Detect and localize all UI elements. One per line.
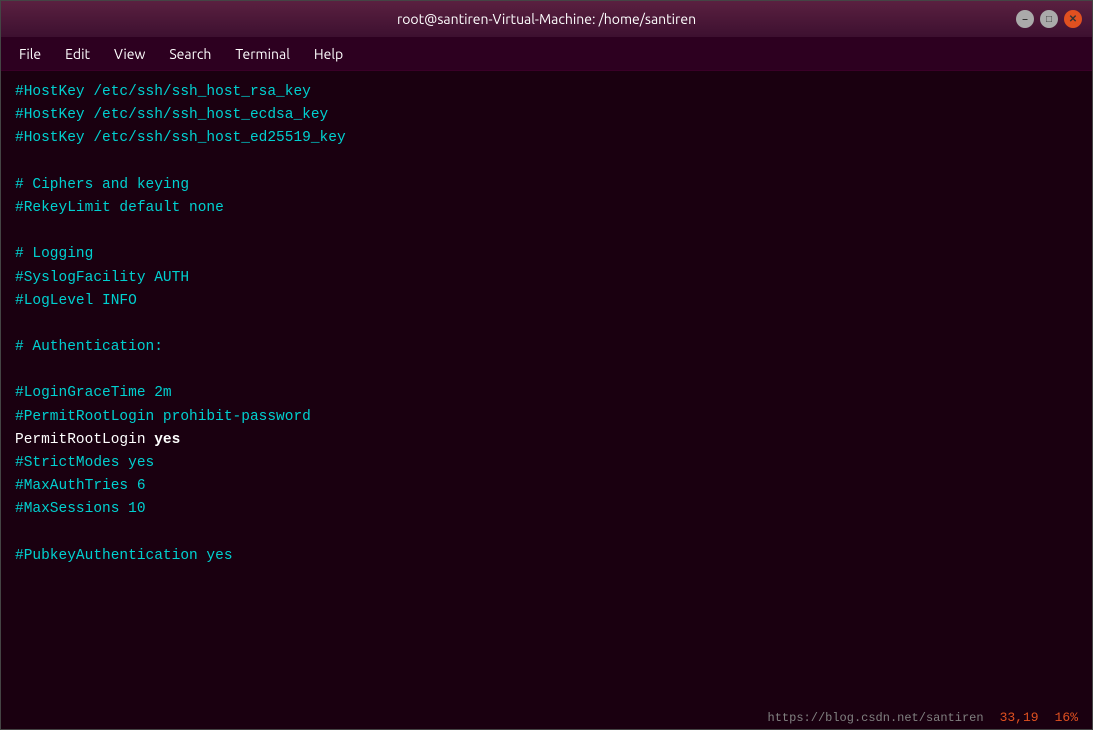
menu-terminal[interactable]: Terminal: [225, 42, 300, 66]
menu-bar: File Edit View Search Terminal Help: [1, 37, 1092, 71]
terminal-line: #LogLevel INFO: [15, 290, 1078, 313]
menu-help[interactable]: Help: [304, 42, 353, 66]
terminal-line: # Authentication:: [15, 336, 1078, 359]
terminal-line: #HostKey /etc/ssh/ssh_host_rsa_key: [15, 81, 1078, 104]
terminal-line: #HostKey /etc/ssh/ssh_host_ed25519_key: [15, 127, 1078, 150]
menu-edit[interactable]: Edit: [55, 42, 100, 66]
title-bar: root@santiren-Virtual-Machine: /home/san…: [1, 1, 1092, 37]
close-button[interactable]: ✕: [1064, 10, 1082, 28]
status-position: 33,19: [1000, 710, 1039, 725]
terminal-line-highlight: PermitRootLogin yes: [15, 429, 1078, 452]
window-controls: – □ ✕: [1016, 10, 1082, 28]
terminal-line: #SyslogFacility AUTH: [15, 267, 1078, 290]
terminal-line: #MaxSessions 10: [15, 498, 1078, 521]
terminal-line: #LoginGraceTime 2m: [15, 382, 1078, 405]
terminal-line: [15, 220, 1078, 243]
maximize-button[interactable]: □: [1040, 10, 1058, 28]
menu-search[interactable]: Search: [159, 42, 221, 66]
terminal-window: root@santiren-Virtual-Machine: /home/san…: [0, 0, 1093, 730]
terminal-line: # Logging: [15, 243, 1078, 266]
terminal-line: [15, 522, 1078, 545]
terminal-line: #PermitRootLogin prohibit-password: [15, 406, 1078, 429]
status-url: https://blog.csdn.net/santiren: [768, 711, 984, 725]
menu-file[interactable]: File: [9, 42, 51, 66]
status-bar: https://blog.csdn.net/santiren 33,19 16%: [768, 710, 1078, 725]
permit-root-login-value: yes: [154, 432, 180, 448]
terminal-line: [15, 151, 1078, 174]
permit-root-login-label: PermitRootLogin: [15, 432, 154, 448]
terminal-line: #MaxAuthTries 6: [15, 475, 1078, 498]
terminal-line: #HostKey /etc/ssh/ssh_host_ecdsa_key: [15, 104, 1078, 127]
terminal-line: #RekeyLimit default none: [15, 197, 1078, 220]
terminal-line: #PubkeyAuthentication yes: [15, 545, 1078, 568]
terminal-line: [15, 359, 1078, 382]
terminal-line: [15, 313, 1078, 336]
status-percent: 16%: [1055, 710, 1078, 725]
terminal-content[interactable]: #HostKey /etc/ssh/ssh_host_rsa_key #Host…: [1, 71, 1092, 729]
window-title: root@santiren-Virtual-Machine: /home/san…: [397, 11, 696, 27]
minimize-button[interactable]: –: [1016, 10, 1034, 28]
menu-view[interactable]: View: [104, 42, 155, 66]
terminal-line: # Ciphers and keying: [15, 174, 1078, 197]
terminal-line: #StrictModes yes: [15, 452, 1078, 475]
